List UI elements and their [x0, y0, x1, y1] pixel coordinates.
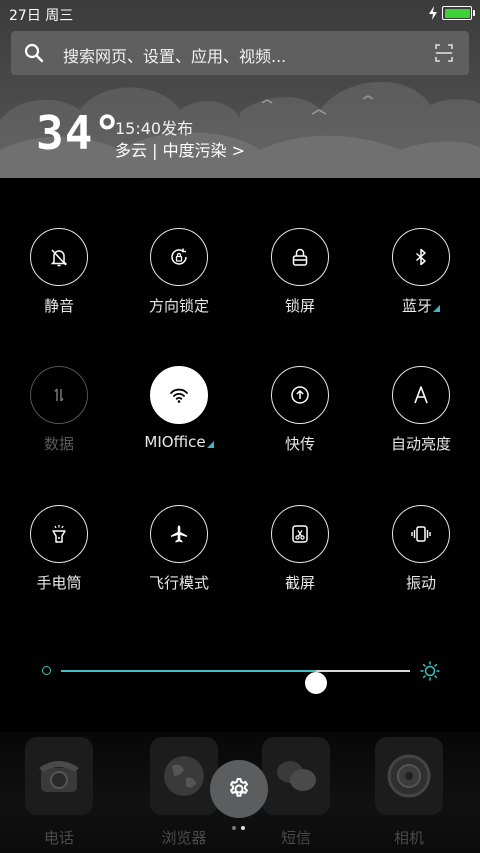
flashlight-icon — [52, 525, 66, 543]
brightness-low-icon — [42, 666, 51, 675]
toggle-data-arrows[interactable]: 数据 — [4, 366, 114, 466]
toggle-screenshot[interactable]: 截屏 — [245, 505, 355, 605]
app-camera[interactable]: 相机 — [361, 737, 457, 847]
weather-publish-time: 15:40发布 — [115, 119, 194, 138]
bluetooth-icon — [416, 248, 426, 266]
toggle-vibrate[interactable]: 振动 — [366, 505, 476, 605]
toggle-button[interactable] — [392, 228, 450, 286]
battery-level — [444, 8, 470, 18]
upload-icon — [291, 386, 309, 404]
lock-icon — [292, 248, 308, 266]
toggle-flashlight[interactable]: 手电筒 — [4, 505, 114, 605]
toggle-label: 快传 — [245, 433, 355, 454]
toggle-label-text: 静音 — [43, 297, 74, 315]
toggle-label-text: 振动 — [405, 574, 436, 592]
brightness-high-icon — [420, 661, 440, 681]
toggle-airplane[interactable]: 飞行模式 — [124, 505, 234, 605]
toggle-button[interactable] — [150, 228, 208, 286]
toggle-wifi[interactable]: MIOffice — [124, 366, 234, 466]
more-options-icon — [206, 441, 214, 448]
toggle-auto-brightness[interactable]: 自动亮度 — [366, 366, 476, 466]
app-phone[interactable]: 电话 — [11, 737, 107, 847]
app-label: 相机 — [393, 829, 424, 847]
toggle-bell-off[interactable]: 静音 — [4, 228, 114, 328]
toggle-button[interactable] — [271, 505, 329, 563]
toggle-label: 飞行模式 — [124, 572, 234, 593]
brightness-thumb[interactable] — [304, 672, 327, 694]
toggle-label-text: 截屏 — [284, 574, 315, 592]
toggle-label: 数据 — [4, 433, 114, 454]
page-dot-active — [241, 826, 245, 830]
settings-button[interactable] — [210, 760, 268, 818]
camera-icon — [375, 737, 443, 815]
toggle-label: MIOffice — [124, 433, 234, 451]
toggle-label-text: 蓝牙 — [401, 297, 432, 315]
scan-icon[interactable] — [434, 43, 454, 63]
brightness-fill — [61, 670, 316, 672]
toggle-rotation-lock[interactable]: 方向锁定 — [124, 228, 234, 328]
toggle-label-text: 自动亮度 — [390, 435, 451, 453]
data-arrows-icon — [54, 388, 64, 402]
toggle-button[interactable] — [271, 228, 329, 286]
toggle-button[interactable] — [392, 366, 450, 424]
app-label: 浏览器 — [161, 829, 207, 847]
phone-icon — [25, 737, 93, 815]
toggle-label-text: 方向锁定 — [148, 297, 209, 315]
toggle-label-text: 数据 — [43, 435, 74, 453]
more-options-icon — [433, 305, 440, 312]
toggle-button[interactable] — [150, 505, 208, 563]
temperature[interactable]: 34° — [36, 108, 122, 158]
status-bar: 27日 周三 — [0, 0, 480, 28]
toggle-label-text: 快传 — [284, 435, 315, 453]
brightness-track[interactable] — [61, 670, 410, 694]
toggle-label: 振动 — [366, 572, 476, 593]
toggle-button[interactable] — [271, 366, 329, 424]
search-bar[interactable]: 搜索网页、设置、应用、视频... — [11, 31, 469, 75]
toggle-upload[interactable]: 快传 — [245, 366, 355, 466]
page-dot — [232, 826, 236, 830]
brightness-slider[interactable] — [40, 658, 440, 694]
search-icon — [24, 43, 44, 63]
toggle-button[interactable] — [150, 366, 208, 424]
globe-icon — [150, 737, 218, 815]
app-label: 短信 — [280, 829, 311, 847]
weather-description[interactable]: 多云 | 中度污染 > — [115, 137, 245, 161]
battery-icon — [442, 6, 475, 20]
app-label: 电话 — [43, 829, 74, 847]
toggle-bluetooth[interactable]: 蓝牙 — [366, 228, 476, 328]
toggle-label: 锁屏 — [245, 295, 355, 316]
toggle-button[interactable] — [30, 228, 88, 286]
rotation-lock-icon — [171, 248, 187, 265]
toggle-label-text: 飞行模式 — [148, 574, 209, 592]
toggle-label: 蓝牙 — [366, 295, 476, 316]
page-indicator — [232, 826, 245, 830]
toggle-label: 方向锁定 — [124, 295, 234, 316]
gear-icon — [230, 778, 248, 797]
toggle-lock[interactable]: 锁屏 — [245, 228, 355, 328]
toggle-label: 静音 — [4, 295, 114, 316]
toggle-label-text: 锁屏 — [284, 297, 315, 315]
toggle-label: 手电筒 — [4, 572, 114, 593]
toggle-label: 截屏 — [245, 572, 355, 593]
toggle-button[interactable] — [392, 505, 450, 563]
screenshot-icon — [292, 525, 308, 543]
toggle-label: 自动亮度 — [366, 433, 476, 454]
chat-icon — [262, 737, 330, 815]
toggle-label-text: 手电筒 — [36, 574, 82, 592]
auto-brightness-icon — [414, 386, 428, 404]
airplane-icon — [171, 525, 187, 543]
vibrate-icon — [411, 526, 431, 542]
toggle-button[interactable] — [30, 366, 88, 424]
toggle-label-text: MIOffice — [144, 433, 206, 451]
charging-bolt-icon — [429, 6, 437, 20]
bell-off-icon — [50, 249, 68, 267]
wifi-icon — [170, 388, 188, 403]
status-date: 27日 周三 — [9, 8, 74, 24]
search-input[interactable]: 搜索网页、设置、应用、视频... — [63, 43, 286, 67]
toggle-button[interactable] — [30, 505, 88, 563]
